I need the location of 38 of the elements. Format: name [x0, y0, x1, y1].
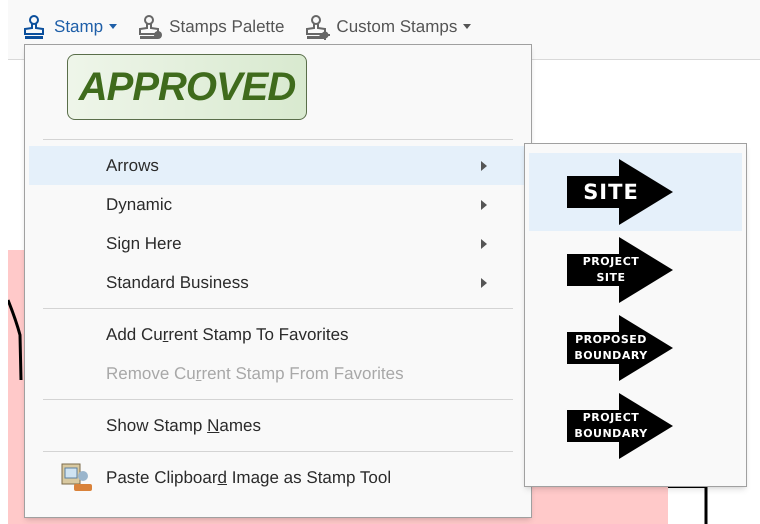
menu-item-label: Remove Current Stamp From Favorites — [106, 362, 404, 385]
toolbar-button[interactable]: Stamp — [22, 14, 118, 40]
menu-item-label: Arrows — [106, 154, 159, 177]
stamp-label: PROJECT BOUNDARY — [573, 410, 649, 442]
menu-item[interactable]: Sign Here — [29, 224, 527, 263]
stamp-option[interactable]: PROPOSED BOUNDARY — [529, 309, 742, 387]
stamp-label: SITE — [582, 184, 640, 200]
stamp-option[interactable]: PROJECT BOUNDARY — [529, 387, 742, 465]
menu-item[interactable]: Show Stamp Names — [29, 406, 527, 445]
arrow-stamp-icon — [567, 315, 675, 381]
menu-item[interactable]: Add Current Stamp To Favorites — [29, 315, 527, 354]
arrow-stamp-icon — [567, 393, 675, 459]
stamp-label: PROPOSED BOUNDARY — [573, 332, 649, 364]
stamp-label: PROJECT SITE — [582, 254, 640, 286]
caret-icon — [463, 24, 472, 29]
submenu-arrow-icon — [481, 238, 487, 248]
arrow-stamp-icon — [567, 159, 675, 225]
toolbar-button[interactable]: Stamps Palette — [137, 14, 284, 40]
menu-item-label: Show Stamp Names — [106, 414, 261, 437]
menu-item-label: Paste Clipboard Image as Stamp Tool — [106, 466, 392, 489]
clipboard-stamp-icon — [60, 462, 94, 494]
menu-item-label: Add Current Stamp To Favorites — [106, 324, 349, 346]
approved-stamp[interactable]: APPROVED — [67, 54, 307, 120]
menu-item[interactable]: Dynamic — [29, 185, 527, 224]
stamp-option[interactable]: PROJECT SITE — [529, 231, 742, 309]
caret-icon — [109, 24, 118, 29]
menu-item[interactable]: Paste Clipboard Image as Stamp Tool — [29, 458, 527, 497]
toolbar-button[interactable]: Custom Stamps — [304, 14, 472, 40]
menu-item-label: Sign Here — [106, 232, 182, 255]
menu-item-label: Standard Business — [106, 272, 249, 294]
menu-item-label: Dynamic — [106, 194, 172, 216]
menu-item[interactable]: Standard Business — [29, 263, 527, 302]
submenu-arrow-icon — [481, 200, 487, 210]
menu-item[interactable]: Arrows — [29, 146, 527, 185]
arrow-stamp-icon — [567, 237, 675, 303]
submenu-arrow-icon — [481, 160, 487, 170]
submenu-arrow-icon — [481, 278, 487, 288]
stamp-option[interactable]: SITE — [529, 153, 742, 231]
